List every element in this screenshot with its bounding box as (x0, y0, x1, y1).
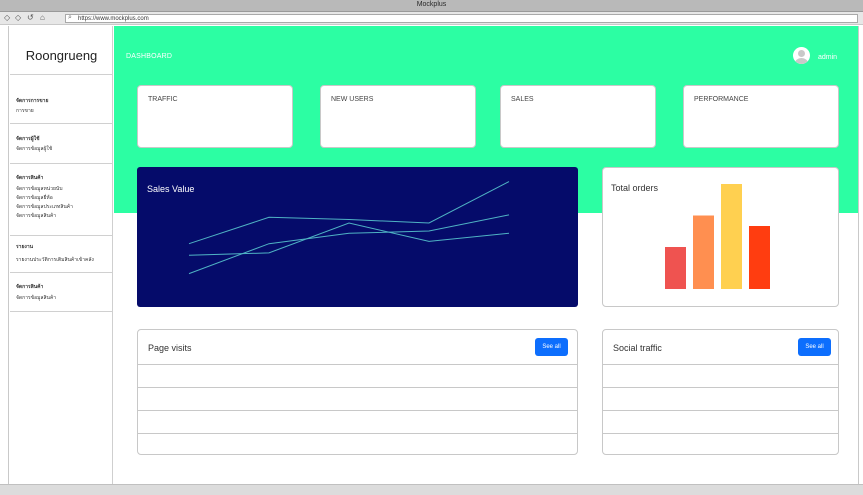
stat-label-new-users: NEW USERS (331, 96, 374, 103)
nav-heading-reports: รายงาน (16, 244, 34, 250)
nav-group-products: จัดการสินค้า จัดการข้อมูลหน่วยนับ จัดการ… (10, 164, 113, 236)
nav-group-sales: จัดการการขาย การขาย (10, 75, 113, 124)
window-frame-left (0, 26, 9, 485)
sales-series-line-2 (188, 181, 510, 245)
orders-bar-3 (721, 184, 742, 289)
sales-value-chart: Sales Value (137, 167, 578, 307)
table-row (138, 387, 577, 388)
page-title: DASHBOARD (126, 53, 173, 60)
social-traffic-title: Social traffic (613, 343, 662, 353)
sales-series-line-3 (188, 214, 510, 275)
sidebar-item-user-data[interactable]: จัดการข้อมูลผู้ใช้ (16, 145, 52, 153)
stat-card-performance[interactable]: PERFORMANCE (683, 85, 839, 148)
sidebar-item-restock-report[interactable]: รายงานประวัติการเติมสินค้าเข้าคลัง (16, 256, 94, 264)
user-icon-body (795, 58, 808, 64)
stat-card-new-users[interactable]: NEW USERS (320, 85, 476, 148)
avatar[interactable] (793, 47, 810, 64)
sidebar-item-brands[interactable]: จัดการข้อมูลยี่ห้อ (16, 194, 53, 202)
window-titlebar: Mockplus (0, 0, 863, 12)
stat-card-sales[interactable]: SALES (500, 85, 656, 148)
page-visits-see-all-button[interactable]: See all (535, 338, 568, 356)
nav-heading-users: จัดการผู้ใช้ (16, 136, 40, 142)
back-icon[interactable]: ◇ (4, 13, 10, 23)
nav-group-products-2: จัดการสินค้า จัดการข้อมูลสินค้า (10, 273, 113, 312)
forward-icon[interactable]: ◇ (15, 13, 21, 23)
main-content: DASHBOARD admin TRAFFIC NEW USERS SALES … (114, 26, 858, 484)
nav-group-users: จัดการผู้ใช้ จัดการข้อมูลผู้ใช้ (10, 124, 113, 164)
total-orders-plot (665, 184, 770, 289)
orders-bar-1 (665, 247, 686, 289)
nav-heading-sales: จัดการการขาย (16, 98, 49, 104)
browser-toolbar: ◇ ◇ ↺ ⌂ ⌕ https://www.mockplus.com (0, 12, 863, 25)
orders-bar-4 (749, 226, 770, 289)
sidebar-item-units[interactable]: จัดการข้อมูลหน่วยนับ (16, 185, 63, 193)
url-text: https://www.mockplus.com (78, 16, 149, 22)
brand-name: Roongrueng (25, 48, 98, 63)
page-visits-title: Page visits (148, 343, 192, 353)
stat-label-sales: SALES (511, 96, 534, 103)
window-statusbar (0, 484, 863, 495)
page-visits-panel: Page visits See all (137, 329, 578, 455)
refresh-icon[interactable]: ↺ (27, 13, 34, 23)
sidebar-item-sales[interactable]: การขาย (16, 107, 34, 115)
nav-heading-products-2: จัดการสินค้า (16, 284, 44, 290)
orders-bar-2 (693, 215, 714, 289)
nav-heading-products: จัดการสินค้า (16, 175, 44, 181)
stat-label-traffic: TRAFFIC (148, 96, 178, 103)
table-row (603, 433, 838, 434)
social-traffic-panel: Social traffic See all (602, 329, 839, 455)
table-row (603, 410, 838, 411)
table-row (138, 364, 577, 365)
window-frame-right (858, 26, 863, 485)
address-bar[interactable]: ⌕ https://www.mockplus.com (65, 14, 858, 23)
table-row (138, 433, 577, 434)
sidebar-item-products[interactable]: จัดการข้อมูลสินค้า (16, 212, 56, 220)
table-row (138, 410, 577, 411)
window-title: Mockplus (416, 1, 447, 8)
stat-card-traffic[interactable]: TRAFFIC (137, 85, 293, 148)
sidebar-item-products-2[interactable]: จัดการข้อมูลสินค้า (16, 294, 56, 302)
sidebar: Roongrueng จัดการการขาย การขาย จัดการผู้… (10, 26, 113, 484)
search-icon: ⌕ (68, 14, 72, 21)
table-row (603, 387, 838, 388)
sales-value-plot (188, 181, 510, 275)
sidebar-item-categories[interactable]: จัดการข้อมูลประเภทสินค้า (16, 203, 73, 211)
user-name[interactable]: admin (818, 54, 837, 61)
stat-label-performance: PERFORMANCE (694, 96, 749, 103)
home-icon[interactable]: ⌂ (40, 13, 45, 23)
nav-group-reports: รายงาน รายงานประวัติการเติมสินค้าเข้าคลั… (10, 236, 113, 273)
user-icon (798, 50, 805, 57)
total-orders-chart: Total orders (602, 167, 839, 307)
social-traffic-see-all-button[interactable]: See all (798, 338, 831, 356)
table-row (603, 364, 838, 365)
